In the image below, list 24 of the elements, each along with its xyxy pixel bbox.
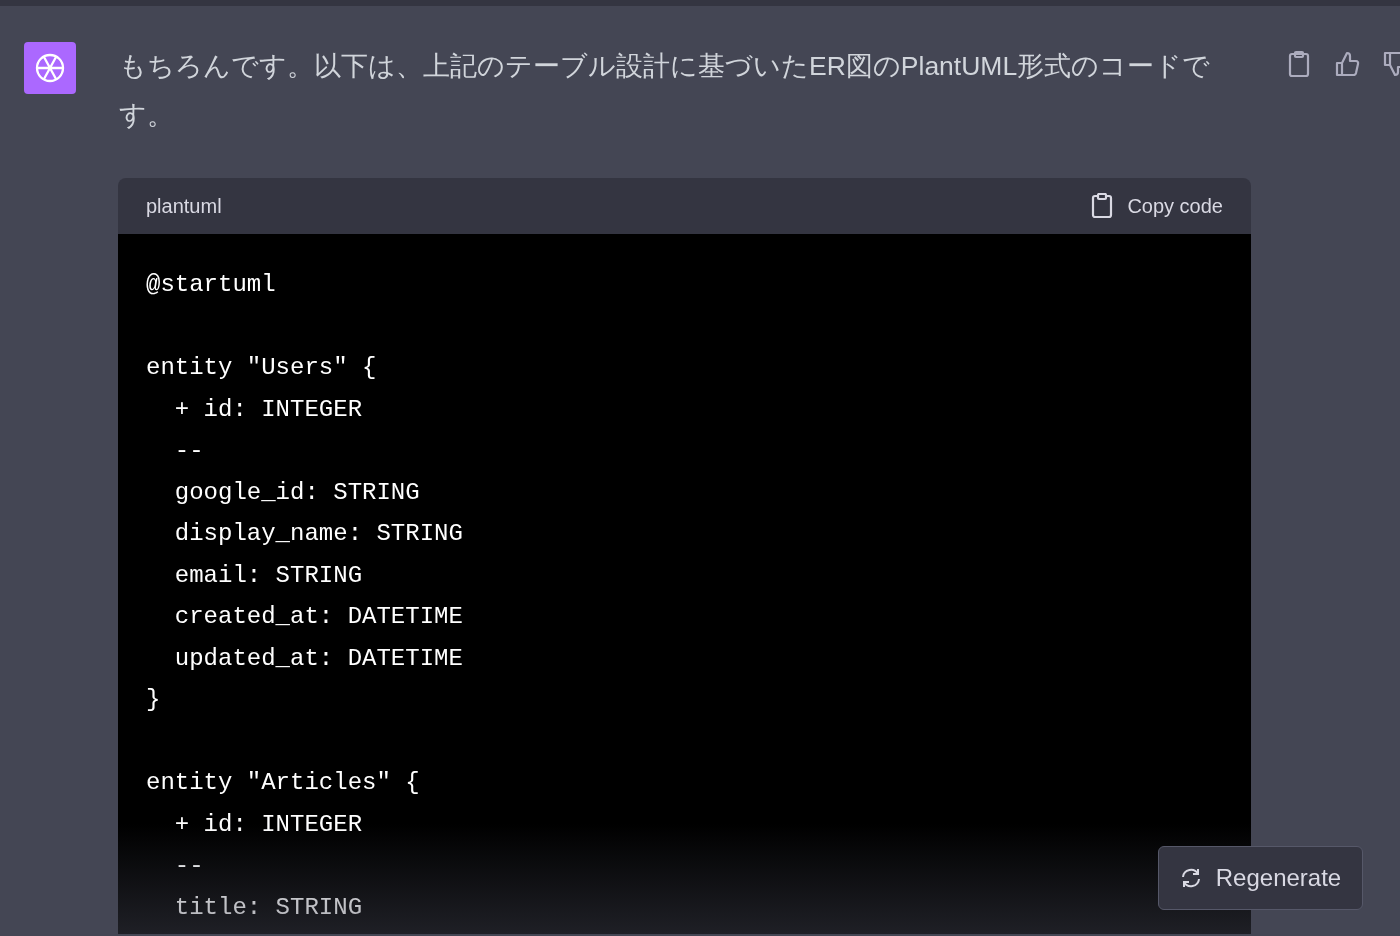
- code-line: }: [146, 685, 161, 715]
- code-line: --: [173, 851, 204, 881]
- logo-icon: [24, 42, 76, 94]
- code-line: created_at: DATETIME: [173, 602, 463, 632]
- refresh-icon: [1179, 868, 1202, 888]
- code-line: entity "Articles" {: [146, 768, 420, 798]
- thumbs-down-icon[interactable]: [1382, 50, 1400, 78]
- code-line: title: STRING: [173, 892, 363, 923]
- code-line: updated_at: DATETIME: [173, 643, 463, 674]
- code-line: email: STRING: [173, 560, 363, 591]
- code-line: google_id: STRING: [173, 477, 420, 508]
- code-line: display_name: STRING: [173, 519, 463, 549]
- code-line: + id: INTEGER: [173, 809, 363, 840]
- code-line: --: [173, 436, 204, 466]
- clipboard-icon[interactable]: [1286, 50, 1312, 78]
- regenerate-button[interactable]: Regenerate: [1158, 846, 1363, 910]
- code-line: + id: INTEGER: [173, 394, 363, 425]
- code-language: plantuml: [146, 194, 222, 219]
- code-line: entity "Users" {: [146, 353, 377, 383]
- thumbs-up-icon[interactable]: [1334, 50, 1360, 78]
- copy-code-button[interactable]: Copy code: [1091, 191, 1223, 221]
- clipboard-icon: [1091, 193, 1114, 219]
- message-text: もちろんです。以下は、上記のテーブル設計に基づいたER図のPlantUML形式のコードです。: [119, 50, 1212, 132]
- code-line: @startuml: [146, 270, 276, 300]
